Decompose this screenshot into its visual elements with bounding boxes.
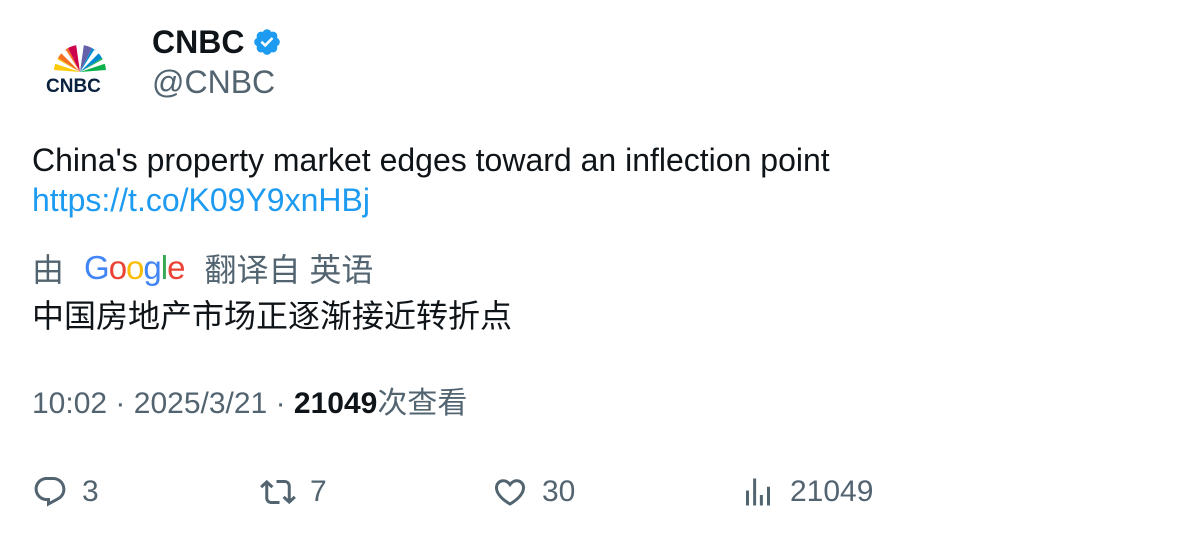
like-button[interactable]: 30 <box>492 468 575 516</box>
google-letter: g <box>143 249 161 286</box>
avatar-logo-text: CNBC <box>46 76 101 97</box>
tweet-meta: 10:02 · 2025/3/21 · 21049次查看 <box>32 382 467 426</box>
translation-attribution: 由 Google 翻译自 英语 <box>32 246 373 290</box>
tweet-header: CNBC CNBC @CNBC <box>32 20 282 120</box>
tweet-card: CNBC CNBC @CNBC China's property market … <box>0 0 1196 538</box>
translation-suffix[interactable]: 翻译自 英语 <box>204 245 373 291</box>
retweet-icon <box>260 479 296 505</box>
reply-count: 3 <box>82 475 99 508</box>
google-logo: Google <box>84 249 185 287</box>
google-letter: e <box>167 249 185 286</box>
author-handle[interactable]: @CNBC <box>152 60 282 104</box>
display-name[interactable]: CNBC <box>152 20 244 64</box>
avatar[interactable]: CNBC <box>32 20 128 116</box>
retweet-count: 7 <box>310 475 327 508</box>
translated-text: 中国房地产市场正逐渐接近转折点 <box>32 298 513 334</box>
views-count: 21049 <box>293 387 378 420</box>
views-action-count: 21049 <box>790 475 874 508</box>
google-letter: G <box>84 249 110 286</box>
tweet-time[interactable]: 10:02 <box>32 387 107 420</box>
google-letter: o <box>126 249 144 286</box>
like-count: 30 <box>542 475 576 508</box>
views-label: 次查看 <box>377 387 468 420</box>
meta-separator: · <box>275 387 286 420</box>
analytics-bar-icon <box>746 478 770 506</box>
reply-button[interactable]: 3 <box>32 468 99 516</box>
translation-prefix: 由 <box>32 252 65 288</box>
name-row: CNBC <box>152 20 282 64</box>
tweet-actions: 3 7 30 21049 <box>32 468 1162 516</box>
views-button[interactable]: 21049 <box>740 468 873 516</box>
author-names: CNBC @CNBC <box>152 20 282 104</box>
reply-icon <box>34 477 66 507</box>
retweet-button[interactable]: 7 <box>260 468 327 516</box>
heart-icon <box>494 479 526 506</box>
tweet-body: China's property market edges toward an … <box>32 142 830 178</box>
tweet-text: China's property market edges toward an … <box>32 140 1162 220</box>
meta-separator: · <box>115 387 126 420</box>
verified-badge-icon[interactable] <box>252 27 282 57</box>
tweet-date[interactable]: 2025/3/21 <box>134 387 267 420</box>
google-letter: o <box>108 249 127 286</box>
tweet-link[interactable]: https://t.co/K09Y9xnHBj <box>32 180 1162 220</box>
